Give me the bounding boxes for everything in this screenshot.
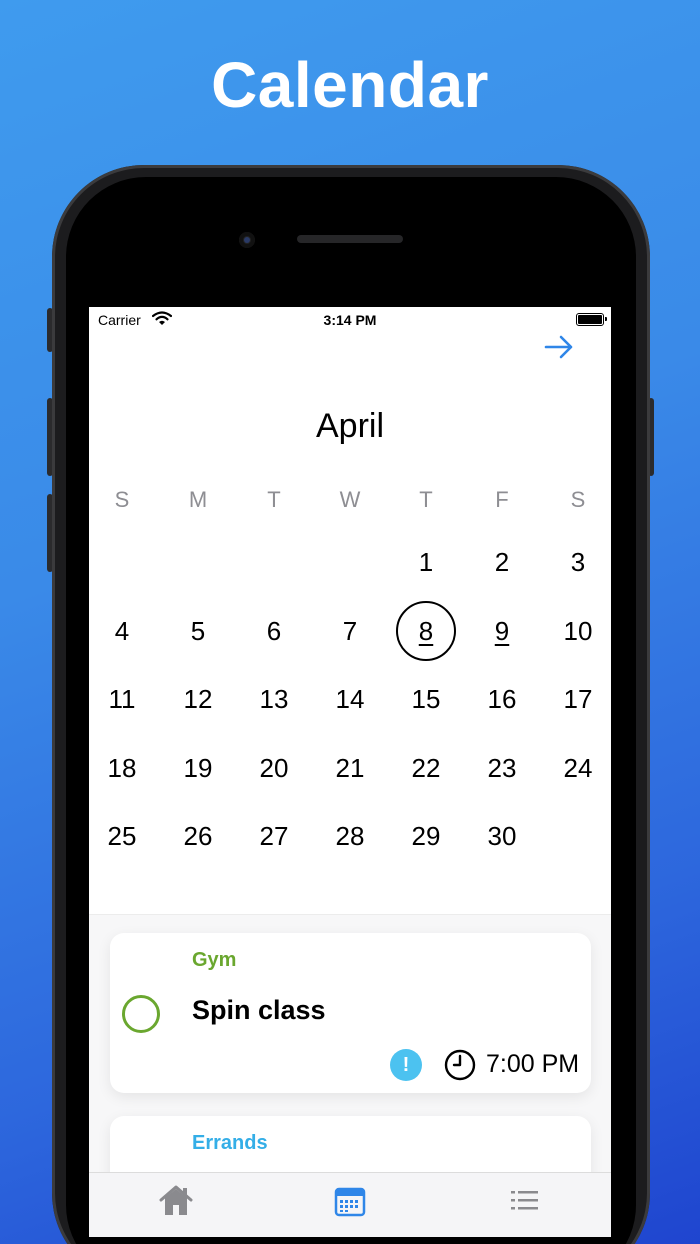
carrier-label: Carrier: [98, 312, 141, 328]
calendar-day[interactable]: 20: [244, 738, 304, 798]
app-screen: Carrier 3:14 PM April S M T W T F S 1234…: [89, 307, 611, 1237]
calendar-day[interactable]: 5: [168, 601, 228, 661]
calendar-day[interactable]: 15: [396, 669, 456, 729]
calendar-day-selected[interactable]: 8: [396, 600, 456, 661]
clock-icon: [444, 1049, 476, 1081]
tab-bar: [89, 1172, 611, 1237]
front-camera: [239, 232, 255, 248]
calendar-day[interactable]: 4: [92, 601, 152, 661]
weekday-label: S: [570, 487, 586, 512]
calendar-day[interactable]: 30: [472, 806, 532, 866]
calendar-day[interactable]: 24: [548, 738, 608, 798]
priority-alert-icon: !: [390, 1049, 422, 1081]
list-icon[interactable]: [504, 1183, 544, 1219]
task-complete-checkbox[interactable]: [122, 995, 160, 1033]
task-title: Spin class: [192, 995, 326, 1025]
weekday-label: T: [267, 487, 281, 512]
wifi-icon: [152, 311, 172, 325]
weekday-label: W: [339, 487, 361, 512]
task-category: Errands: [192, 1132, 268, 1154]
task-time: 7:00 PM: [486, 1050, 580, 1078]
calendar-day[interactable]: 27: [244, 806, 304, 866]
weekday-label: F: [495, 487, 509, 512]
promo-headline: Calendar: [211, 49, 489, 121]
calendar-day[interactable]: 12: [168, 669, 228, 729]
calendar-day[interactable]: 6: [244, 601, 304, 661]
task-category: Gym: [192, 949, 237, 971]
task-card[interactable]: Gym Spin class ! 7:00 PM: [110, 933, 591, 1093]
calendar-icon[interactable]: [330, 1183, 370, 1219]
earpiece-speaker: [297, 235, 403, 243]
calendar-day[interactable]: 11: [92, 669, 152, 729]
calendar-day[interactable]: 14: [320, 669, 380, 729]
next-month-arrow-icon[interactable]: [543, 331, 575, 363]
calendar-day[interactable]: 18: [92, 738, 152, 798]
calendar-day[interactable]: 19: [168, 738, 228, 798]
weekday-label: M: [188, 487, 208, 512]
home-icon[interactable]: [156, 1183, 196, 1219]
weekday-label: S: [114, 487, 130, 512]
calendar-day[interactable]: 10: [548, 601, 608, 661]
calendar-day[interactable]: 9: [472, 601, 532, 661]
calendar-day[interactable]: 28: [320, 806, 380, 866]
calendar-day[interactable]: 13: [244, 669, 304, 729]
calendar-day[interactable]: 7: [320, 601, 380, 661]
calendar-day[interactable]: 25: [92, 806, 152, 866]
battery-icon: [576, 313, 607, 326]
calendar-day[interactable]: 3: [548, 532, 608, 592]
weekday-header: S M T W T F S: [89, 487, 611, 517]
calendar-day[interactable]: 26: [168, 806, 228, 866]
status-bar: Carrier 3:14 PM: [89, 307, 611, 333]
calendar-day[interactable]: 29: [396, 806, 456, 866]
weekday-label: T: [419, 487, 433, 512]
calendar-day[interactable]: 23: [472, 738, 532, 798]
calendar-day[interactable]: 1: [396, 532, 456, 592]
month-title: April: [315, 407, 385, 445]
calendar-day[interactable]: 22: [396, 738, 456, 798]
calendar-day[interactable]: 17: [548, 669, 608, 729]
calendar-day[interactable]: 21: [320, 738, 380, 798]
calendar-day[interactable]: 2: [472, 532, 532, 592]
calendar-day[interactable]: 16: [472, 669, 532, 729]
